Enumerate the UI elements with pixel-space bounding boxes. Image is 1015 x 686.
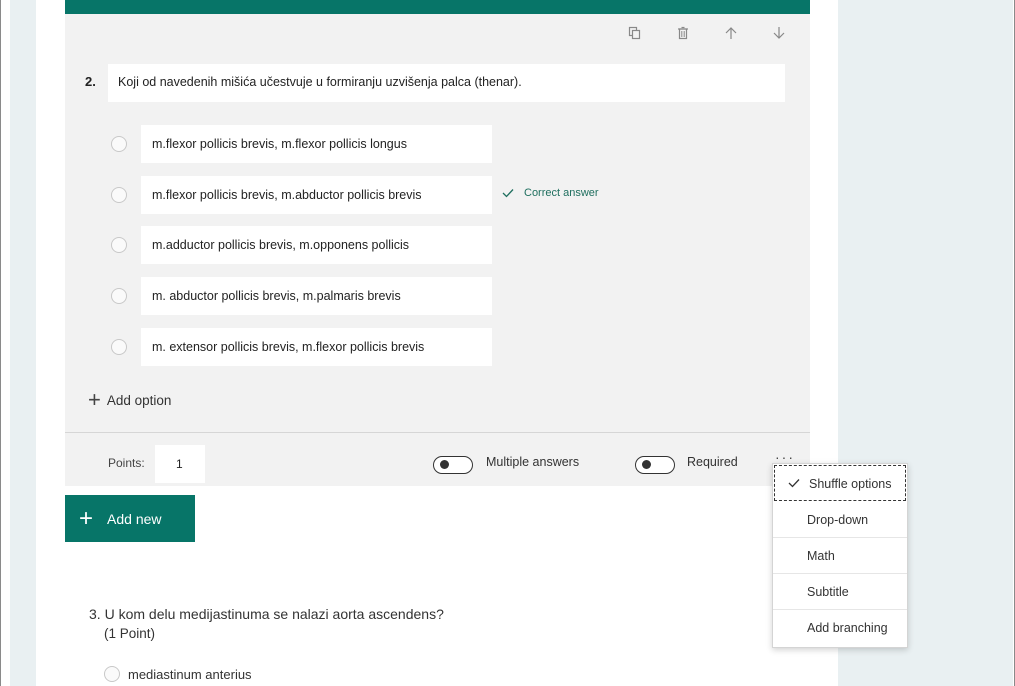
option-row: m.adductor pollicis brevis, m.opponens p… <box>108 226 608 264</box>
toggle-knob <box>642 460 651 469</box>
menu-item-label: Drop-down <box>807 513 869 527</box>
option-row: m.flexor pollicis brevis, m.flexor polli… <box>108 125 608 163</box>
multiple-answers-label: Multiple answers <box>486 455 580 469</box>
menu-item-add-branching[interactable]: Add branching <box>773 610 907 646</box>
arrow-up-icon[interactable] <box>719 22 743 44</box>
more-options-menu: Shuffle options Drop-down Math Subtitle … <box>772 463 908 648</box>
correct-answer-marker[interactable]: Correct answer <box>502 187 599 199</box>
add-new-button[interactable]: + Add new <box>65 495 195 542</box>
radio-button[interactable] <box>111 136 127 152</box>
question-card-accent-bar <box>65 0 810 14</box>
check-icon <box>788 479 800 488</box>
menu-item-label: Shuffle options <box>809 477 892 491</box>
card-divider <box>65 432 810 433</box>
menu-item-label: Math <box>807 549 835 563</box>
radio-button[interactable] <box>111 339 127 355</box>
add-new-label: Add new <box>107 510 162 527</box>
add-option-label: Add option <box>106 392 172 408</box>
menu-item-subtitle[interactable]: Subtitle <box>773 574 907 610</box>
menu-item-label: Subtitle <box>807 585 849 599</box>
option-text-input[interactable]: m.flexor pollicis brevis, m.abductor pol… <box>141 176 492 214</box>
required-label: Required <box>687 455 738 469</box>
question-3-option[interactable]: mediastinum anterius <box>104 666 252 682</box>
plus-icon: + <box>79 504 94 532</box>
option-text-input[interactable]: m. extensor pollicis brevis, m.flexor po… <box>141 328 492 366</box>
option-text-input[interactable]: m.adductor pollicis brevis, m.opponens p… <box>141 226 492 264</box>
radio-button[interactable] <box>111 288 127 304</box>
option-text-input[interactable]: m. abductor pollicis brevis, m.palmaris … <box>141 277 492 315</box>
option-text-input[interactable]: m.flexor pollicis brevis, m.flexor polli… <box>141 125 492 163</box>
radio-button[interactable] <box>111 187 127 203</box>
menu-item-label: Add branching <box>807 621 888 635</box>
question-3-points: (1 Point) <box>104 626 156 641</box>
question-toolbar <box>623 22 815 44</box>
menu-item-drop-down[interactable]: Drop-down <box>773 502 907 538</box>
menu-item-shuffle-options[interactable]: Shuffle options <box>774 465 906 501</box>
radio-button[interactable] <box>111 237 127 253</box>
plus-icon: + <box>88 387 101 412</box>
required-toggle[interactable] <box>635 456 675 474</box>
add-option-button[interactable]: + Add option <box>88 387 172 412</box>
correct-answer-label: Correct answer <box>524 187 599 199</box>
question-3-title: 3. U kom delu medijastinuma se nalazi ao… <box>89 606 444 622</box>
option-label: mediastinum anterius <box>128 666 252 682</box>
multiple-answers-toggle[interactable] <box>433 456 473 474</box>
menu-item-math[interactable]: Math <box>773 538 907 574</box>
toggle-knob <box>440 460 449 469</box>
question-title-input[interactable]: Koji od navedenih mišića učestvuje u for… <box>108 64 785 102</box>
option-row: m. extensor pollicis brevis, m.flexor po… <box>108 328 608 366</box>
arrow-down-icon[interactable] <box>767 22 791 44</box>
option-row: m. abductor pollicis brevis, m.palmaris … <box>108 277 608 315</box>
radio-button[interactable] <box>104 666 120 682</box>
question-number: 2. <box>85 74 96 89</box>
trash-icon[interactable] <box>671 22 695 44</box>
points-label: Points: <box>108 456 145 470</box>
points-input[interactable]: 1 <box>155 445 205 483</box>
check-icon <box>502 189 514 198</box>
copy-icon[interactable] <box>623 22 647 44</box>
